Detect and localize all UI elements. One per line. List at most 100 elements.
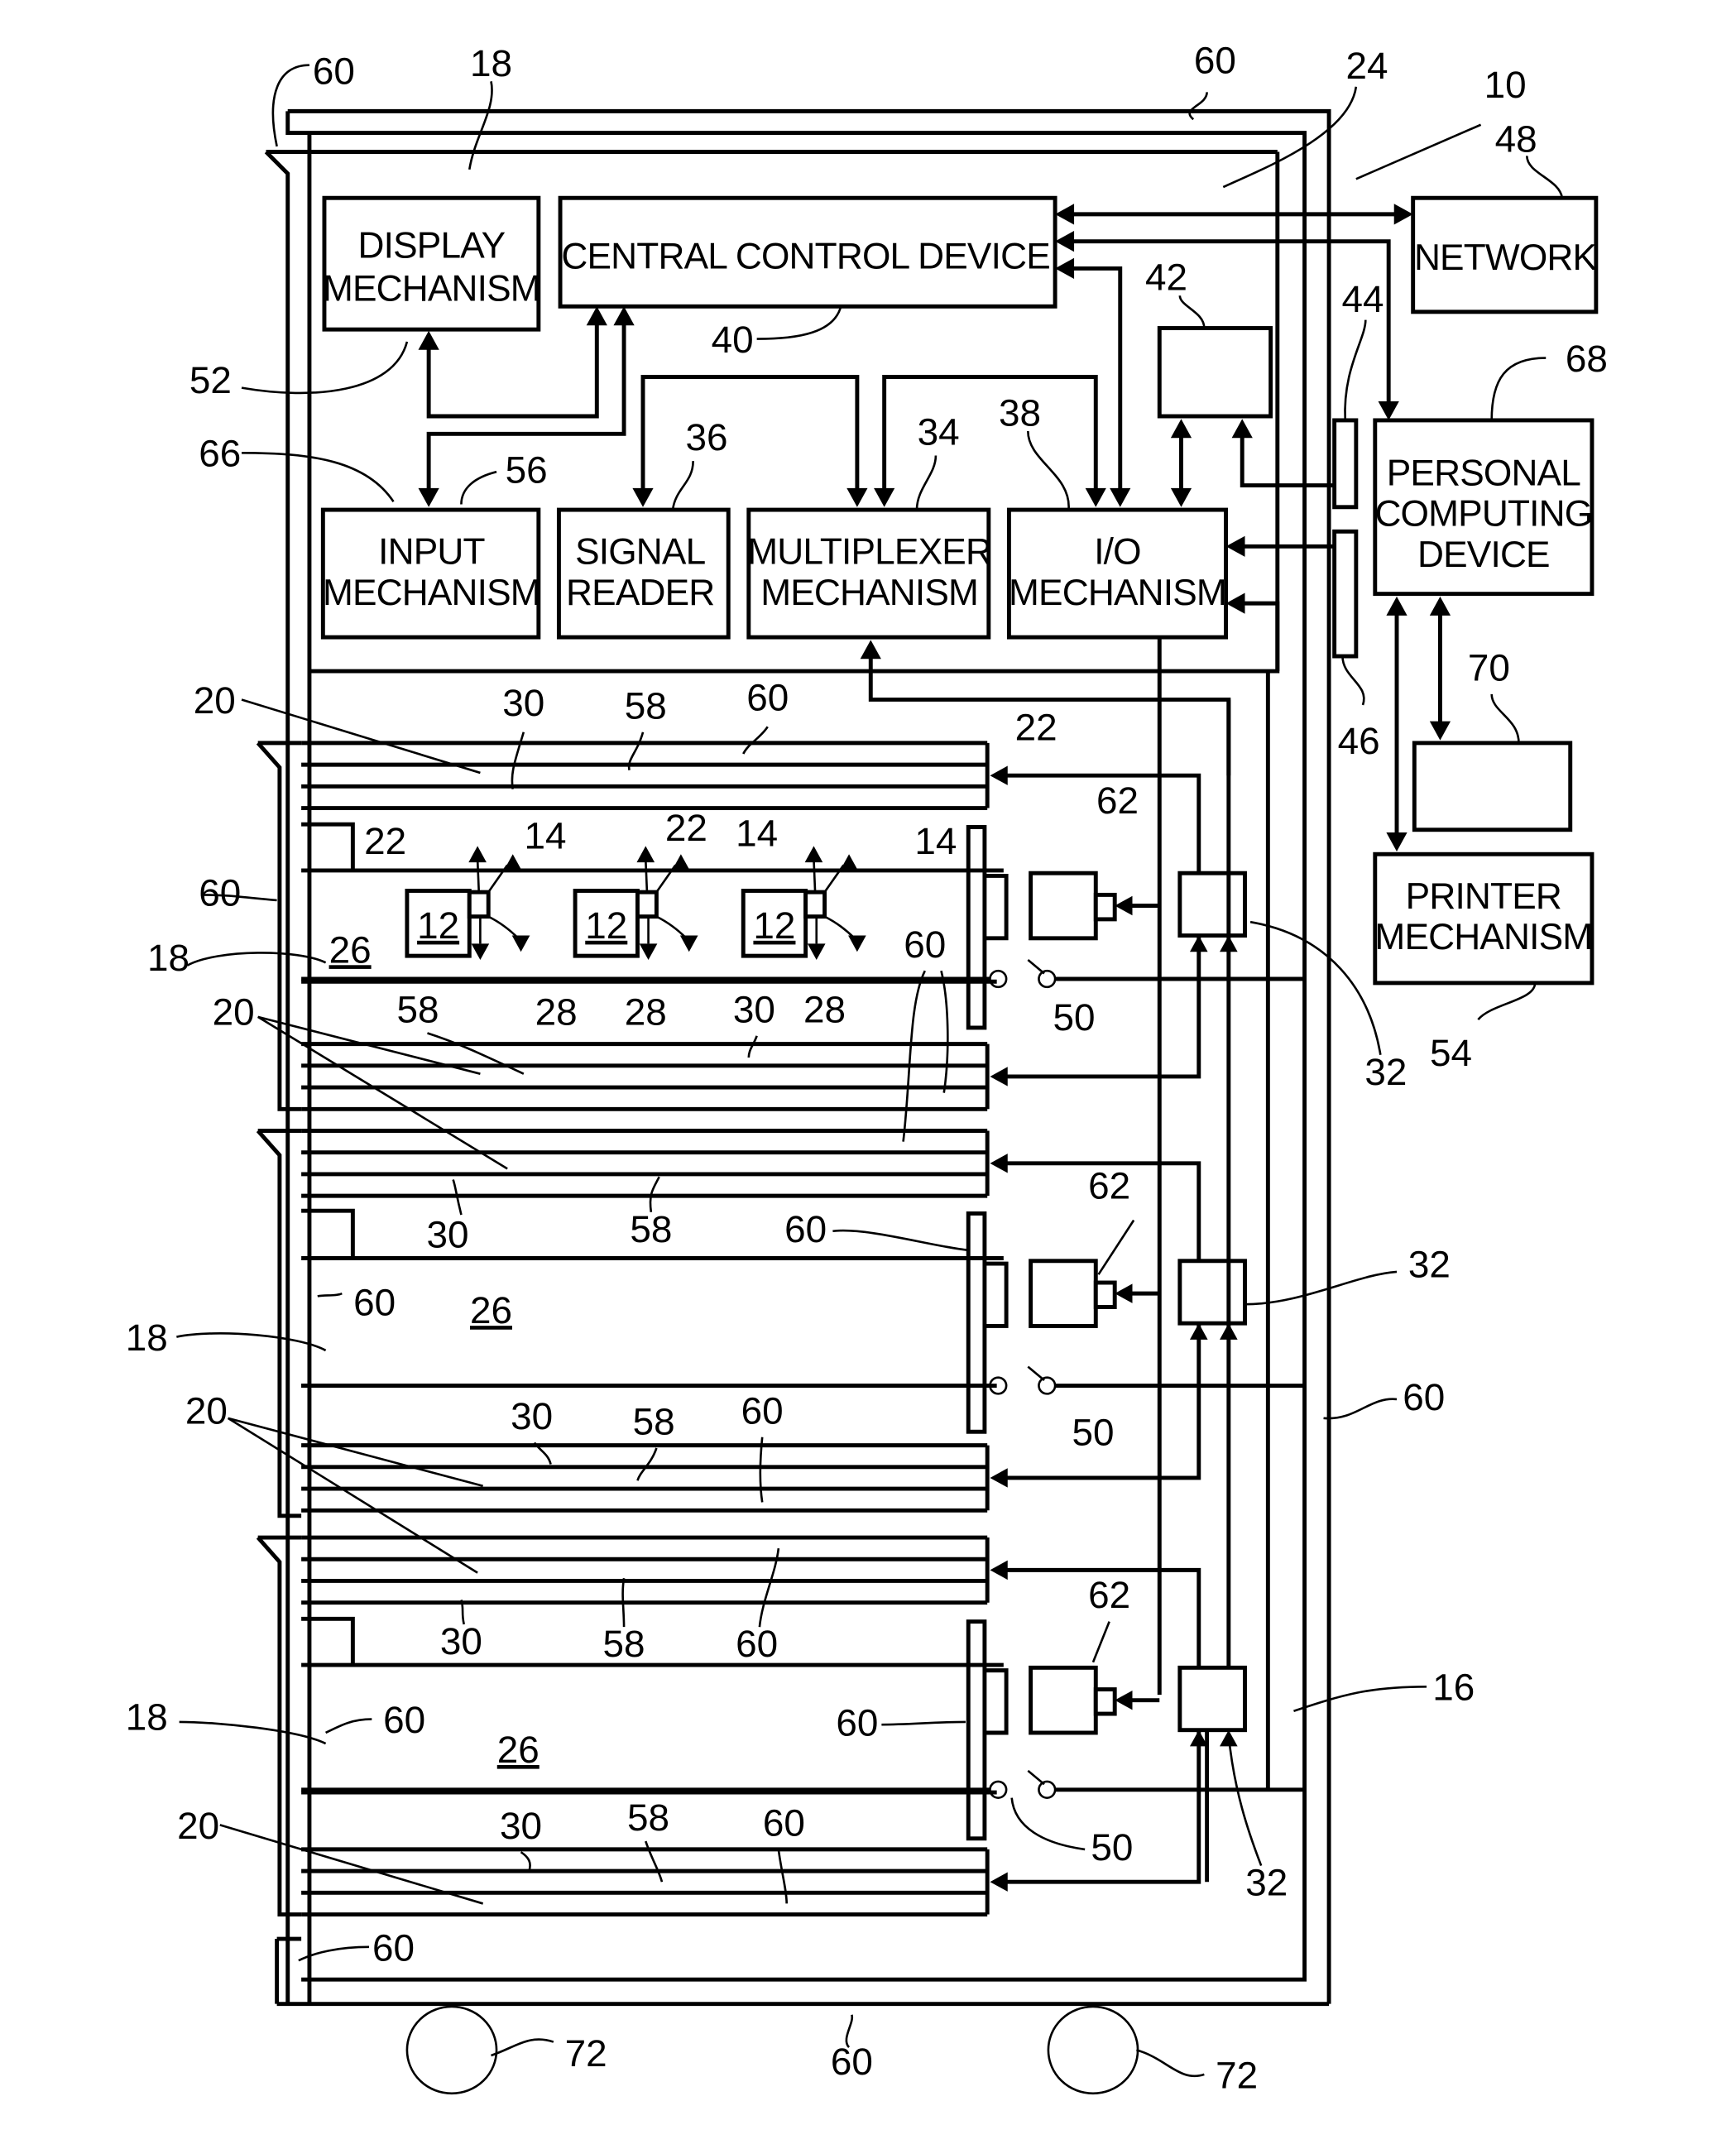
controller-32: [1177, 871, 1247, 938]
item-12-label: 12: [585, 904, 627, 947]
reader-62: [1029, 1259, 1098, 1328]
arrowhead-icon: [639, 943, 658, 961]
multiplexer-mechanism-block: MULTIPLEXER MECHANISM: [746, 507, 992, 640]
ref-22: 22: [1015, 706, 1057, 749]
tag-signal: [644, 859, 649, 893]
arrowhead-icon: [1189, 1323, 1208, 1340]
reader-62: [1029, 871, 1098, 941]
arrowhead-icon: [1393, 204, 1413, 225]
ref-72: 72: [565, 2031, 607, 2075]
wheel-right: [1047, 2005, 1139, 2095]
signal-line2: READER: [566, 573, 714, 613]
ref-50: 50: [1091, 1825, 1133, 1868]
ref-32: 32: [1408, 1242, 1451, 1285]
ref-60: 60: [313, 50, 355, 93]
ref-58: 58: [625, 684, 667, 727]
tray-feed-b: [1006, 1323, 1201, 1480]
drawer-electronics: [301, 637, 1305, 1892]
ref-58: 58: [397, 987, 439, 1030]
tray-set: [301, 1535, 990, 1605]
sensor-bracket: [984, 1668, 1009, 1735]
switch-contact: [989, 969, 1008, 989]
arrowhead-icon: [1189, 935, 1208, 952]
ref-26: 26: [470, 1288, 512, 1331]
arrowhead-icon: [632, 487, 654, 507]
ref-58: 58: [627, 1796, 669, 1839]
ref-60: 60: [372, 1926, 415, 1969]
ref-58: 58: [603, 1622, 645, 1665]
arrowhead-icon: [990, 1560, 1008, 1581]
arrowhead-icon: [1386, 832, 1408, 851]
arrowhead-icon: [1115, 1690, 1133, 1710]
arrowhead-icon: [1085, 487, 1106, 507]
ref-60: 60: [763, 1801, 805, 1844]
arrowhead-icon: [1115, 1283, 1133, 1303]
ref-26: 26: [497, 1728, 540, 1771]
switch-lever: [1027, 1769, 1045, 1786]
patent-figure: DISPLAY MECHANISM CENTRAL CONTROL DEVICE…: [126, 38, 1608, 2096]
ref-14: 14: [914, 819, 957, 862]
tag-signal: [813, 859, 817, 893]
input-line1: INPUT: [378, 532, 485, 573]
switch-lever: [1027, 959, 1045, 975]
arrowhead-icon: [990, 1154, 1008, 1173]
ref-16: 16: [1432, 1666, 1475, 1709]
tag-signal: [476, 859, 481, 893]
tag-14: [803, 890, 827, 919]
ref-28: 28: [625, 991, 667, 1034]
arrowhead-icon: [418, 330, 439, 350]
ref-50: 50: [1053, 995, 1096, 1039]
io-mechanism-block: I/O MECHANISM: [1006, 507, 1229, 640]
reader-62-lens: [1093, 1280, 1117, 1309]
signal-reader-block: SIGNAL READER: [556, 507, 731, 640]
mux-line2: MECHANISM: [760, 573, 978, 613]
tag-14: [467, 890, 491, 919]
printer-mechanism-block: PRINTER MECHANISM: [1373, 851, 1595, 986]
ref-14: 14: [736, 811, 778, 854]
ref-32: 32: [1245, 1861, 1288, 1904]
ref-62: 62: [1088, 1573, 1130, 1616]
ref-60: 60: [836, 1700, 878, 1744]
arrowhead-icon: [848, 935, 866, 952]
arrowhead-icon: [1055, 231, 1075, 252]
ref-60: 60: [199, 871, 241, 914]
ref-28: 28: [535, 991, 578, 1034]
ref-60: 60: [1403, 1375, 1445, 1418]
input-mechanism-block: INPUT MECHANISM: [320, 507, 541, 640]
ref-60: 60: [746, 676, 789, 719]
reader-62-lens: [1093, 1687, 1117, 1716]
tag-signal: [487, 915, 520, 939]
ref-18: 18: [470, 41, 512, 84]
display-mechanism-block: DISPLAY MECHANISM: [322, 195, 541, 332]
ref-22: 22: [665, 806, 707, 849]
ref-30: 30: [733, 987, 775, 1030]
arrowhead-icon: [418, 487, 439, 507]
arrowhead-icon: [990, 765, 1008, 785]
arrowhead-icon: [1225, 535, 1245, 557]
ref-36: 36: [686, 415, 728, 458]
block-70: [1412, 741, 1573, 832]
ref-60: 60: [904, 923, 946, 966]
arrowhead-icon: [1110, 487, 1131, 507]
pc-line2: COMPUTING: [1374, 494, 1592, 535]
ref-60: 60: [736, 1622, 778, 1665]
arrowhead-icon: [1378, 401, 1399, 420]
ref-38: 38: [999, 391, 1041, 434]
ref-18: 18: [147, 936, 189, 979]
ref-60: 60: [353, 1280, 396, 1323]
sensor-bar: [966, 1619, 987, 1841]
drawer-3: [256, 1535, 1009, 1916]
ref-20: 20: [194, 679, 236, 722]
sensor-bracket: [984, 874, 1009, 941]
item-12-label: 12: [417, 904, 459, 947]
pc-line1: PERSONAL: [1387, 453, 1581, 494]
printer-line2: MECHANISM: [1374, 917, 1592, 957]
drawer-front-panel: [256, 1536, 302, 1916]
ref-26: 26: [329, 928, 372, 971]
arrowhead-icon: [511, 935, 530, 952]
controller-32: [1177, 1259, 1247, 1326]
display-line1: DISPLAY: [358, 225, 506, 266]
ref-28: 28: [803, 987, 846, 1030]
arrowhead-icon: [1225, 592, 1245, 614]
ref-18: 18: [126, 1316, 168, 1359]
